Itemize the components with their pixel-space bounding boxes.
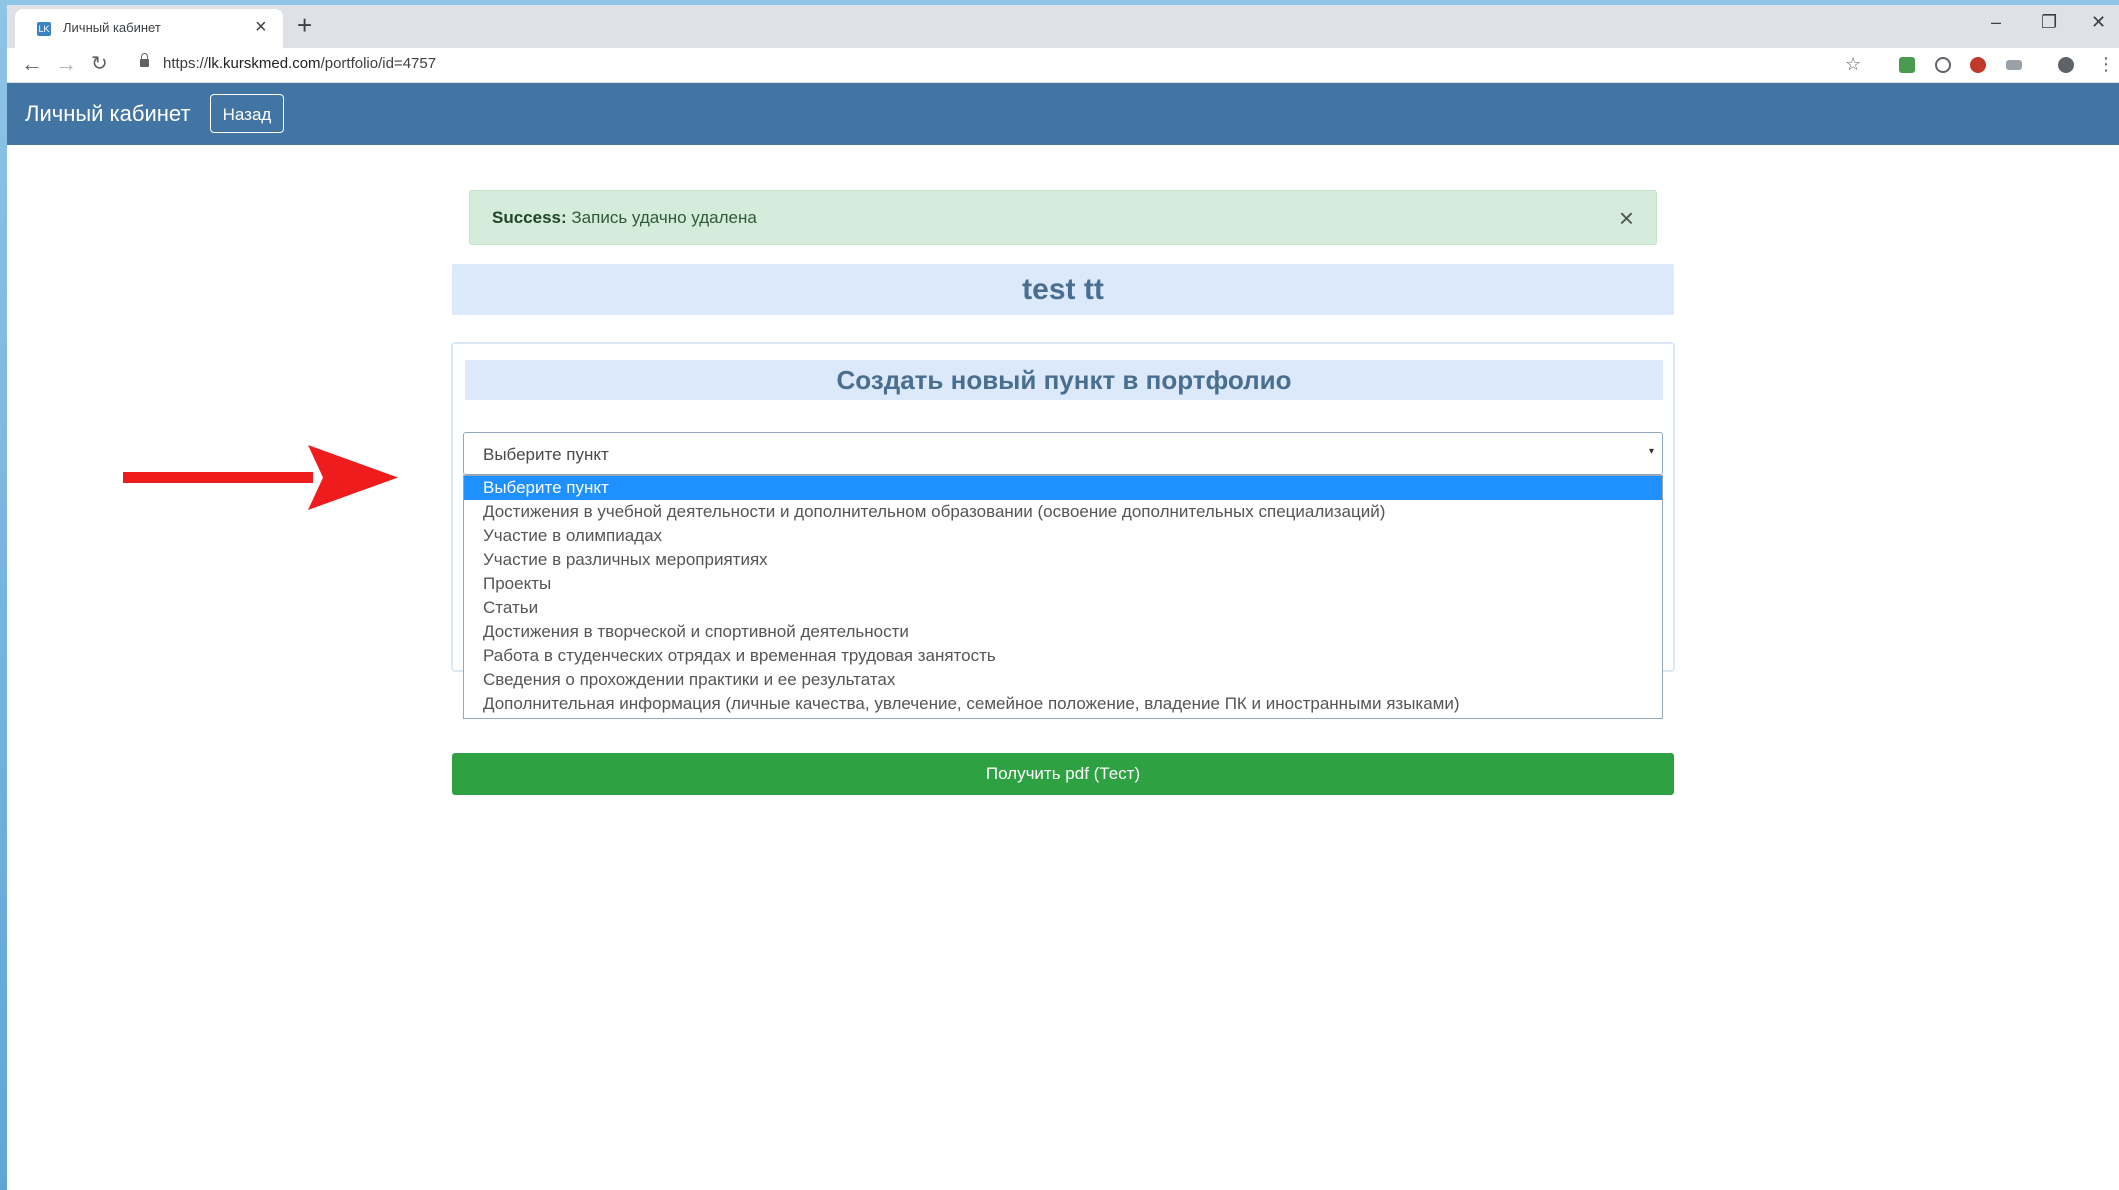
browser-tab[interactable]: LK Личный кабинет × xyxy=(15,9,283,48)
site-favicon-icon: LK xyxy=(37,22,51,36)
profile-name-bar: test tt xyxy=(452,264,1674,315)
minimize-icon[interactable]: – xyxy=(1991,11,2001,33)
profile-name: test tt xyxy=(1022,273,1104,306)
browser-toolbar: ← → ↻ https://lk.kurskmed.com/portfolio/… xyxy=(7,48,2119,83)
restore-icon[interactable]: ❐ xyxy=(2041,11,2057,33)
portfolio-item-select[interactable]: Выберите пункт ▾ xyxy=(463,432,1663,475)
alert-label: Success: xyxy=(492,208,567,227)
dropdown-option[interactable]: Участие в олимпиадах xyxy=(464,524,1662,548)
dropdown-option[interactable]: Проекты xyxy=(464,572,1662,596)
url-host: lk.kurskmed.com xyxy=(208,55,321,72)
bookmark-star-icon[interactable]: ☆ xyxy=(1845,54,1861,74)
back-arrow-icon[interactable]: ← xyxy=(21,52,43,76)
dropdown-option[interactable]: Сведения о прохождении практики и ее рез… xyxy=(464,668,1662,692)
dropdown-option[interactable]: Работа в студенческих отрядах и временна… xyxy=(464,644,1662,668)
tab-close-icon[interactable]: × xyxy=(255,15,267,39)
back-button[interactable]: Назад xyxy=(210,94,284,133)
new-tab-icon[interactable]: + xyxy=(297,11,312,39)
forward-arrow-icon[interactable]: → xyxy=(55,52,77,76)
dropdown-option[interactable]: Статьи xyxy=(464,596,1662,620)
window-frame-left xyxy=(0,0,7,1190)
card-title: Создать новый пункт в портфолио xyxy=(836,365,1292,395)
extension-home-icon[interactable] xyxy=(1899,57,1915,73)
dropdown-option[interactable]: Участие в различных мероприятиях xyxy=(464,548,1662,572)
dropdown-option[interactable]: Достижения в учебной деятельности и допо… xyxy=(464,500,1662,524)
tab-title: Личный кабинет xyxy=(63,20,161,35)
alert-message: Запись удачно удалена xyxy=(571,208,757,227)
browser-tab-strip: LK Личный кабинет × + – ❐ ✕ xyxy=(7,5,2119,48)
brand-title[interactable]: Личный кабинет xyxy=(25,100,191,128)
dropdown-option[interactable]: Дополнительная информация (личные качест… xyxy=(464,692,1662,716)
arrow-shaft xyxy=(123,472,313,483)
url-prefix: https:// xyxy=(163,55,209,72)
select-value: Выберите пункт xyxy=(483,445,609,464)
red-arrow-icon xyxy=(123,445,398,510)
arrow-head xyxy=(308,445,398,510)
card-header: Создать новый пункт в портфолио xyxy=(465,360,1663,400)
reload-icon[interactable]: ↻ xyxy=(91,52,108,76)
address-bar[interactable]: https://lk.kurskmed.com/portfolio/id=475… xyxy=(163,54,436,74)
site-header: Личный кабинет Назад xyxy=(7,83,2119,145)
select-dropdown-list: Выберите пункт Достижения в учебной деят… xyxy=(463,475,1663,719)
success-alert: Success: Запись удачно удалена × xyxy=(469,190,1657,245)
extension-misc-icon[interactable] xyxy=(2006,60,2022,70)
window-close-icon[interactable]: ✕ xyxy=(2091,11,2106,33)
profile-account-icon[interactable] xyxy=(2058,57,2074,73)
extension-avatar-icon[interactable] xyxy=(1970,57,1986,73)
dropdown-option[interactable]: Выберите пункт xyxy=(464,476,1662,500)
get-pdf-button[interactable]: Получить pdf (Тест) xyxy=(452,753,1674,795)
chevron-down-icon: ▾ xyxy=(1648,446,1654,457)
alert-close-icon[interactable]: × xyxy=(1619,204,1634,232)
alert-text: Success: Запись удачно удалена xyxy=(492,207,757,229)
dropdown-option[interactable]: Достижения в творческой и спортивной дея… xyxy=(464,620,1662,644)
extension-block-icon[interactable] xyxy=(1935,57,1951,73)
lock-icon[interactable] xyxy=(140,53,149,67)
menu-kebab-icon[interactable]: ⋮ xyxy=(2097,54,2115,74)
url-path: /portfolio/id=4757 xyxy=(320,55,437,72)
